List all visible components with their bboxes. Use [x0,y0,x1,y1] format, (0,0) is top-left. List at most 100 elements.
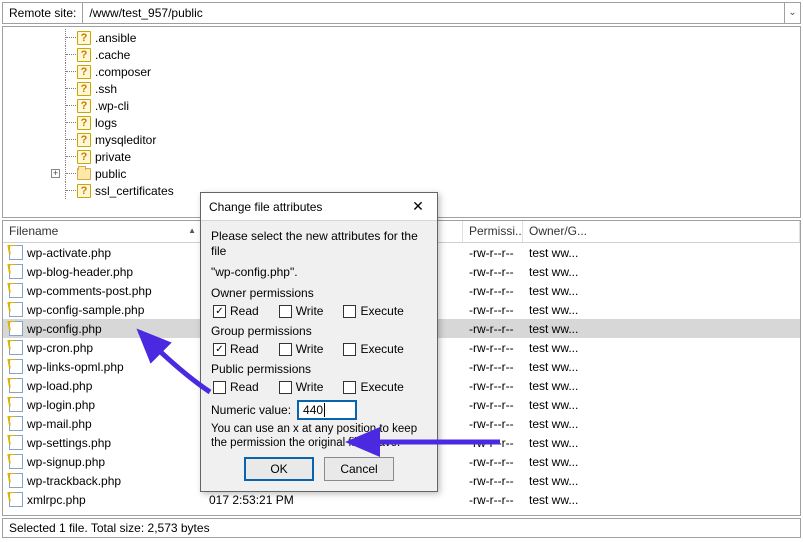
cancel-button[interactable]: Cancel [324,457,394,481]
cell-owner: test ww... [523,322,800,336]
cell-permissions: -rw-r--r-- [463,493,523,507]
cell-permissions: -rw-r--r-- [463,303,523,317]
cell-owner: test ww... [523,474,800,488]
filename: wp-config-sample.php [27,303,144,317]
cell-permissions: -rw-r--r-- [463,436,523,450]
unknown-folder-icon: ? [77,116,91,130]
php-file-icon [9,264,23,279]
numeric-value-label: Numeric value: [211,403,291,417]
dialog-title: Change file attributes [209,200,322,214]
owner-execute-checkbox[interactable]: Execute [343,304,403,318]
group-read-checkbox[interactable]: ✓Read [213,342,259,356]
tree-item[interactable]: ?.ansible [7,29,800,46]
cell-modified: 017 2:53:21 PM [203,493,463,507]
unknown-folder-icon: ? [77,82,91,96]
php-file-icon [9,378,23,393]
filename: wp-trackback.php [27,474,121,488]
unknown-folder-icon: ? [77,184,91,198]
table-row[interactable]: xmlrpc.php 017 2:53:21 PM-rw-r--r--test w… [3,490,800,509]
unknown-folder-icon: ? [77,150,91,164]
col-permissions[interactable]: Permissi... [463,221,523,242]
tree-item-label: .composer [95,65,151,79]
group-execute-checkbox[interactable]: Execute [343,342,403,356]
tree-item[interactable]: ? logs [7,114,800,131]
folder-icon [77,168,91,180]
cell-permissions: -rw-r--r-- [463,360,523,374]
cell-owner: test ww... [523,398,800,412]
col-owner[interactable]: Owner/G... [523,221,800,242]
tree-item[interactable]: ? .composer [7,63,800,80]
cell-owner: test ww... [523,417,800,431]
php-file-icon [9,340,23,355]
group-write-checkbox[interactable]: Write [279,342,324,356]
php-file-icon [9,492,23,507]
group-group-title: Group permissions [211,324,427,338]
remote-path-dropdown[interactable]: ⌄ [784,3,800,23]
php-file-icon [9,321,23,336]
tree-item-label: .cache [95,48,130,62]
tree-item-label: logs [95,116,117,130]
unknown-folder-icon: ? [77,133,91,147]
remote-tree[interactable]: ?.ansible?.cache?.composer?.ssh?.wp-cli?… [2,26,801,218]
cell-permissions: -rw-r--r-- [463,246,523,260]
cell-permissions: -rw-r--r-- [463,455,523,469]
filename: wp-mail.php [27,417,92,431]
tree-item[interactable]: ?.cache [7,46,800,63]
cell-owner: test ww... [523,493,800,507]
cell-owner: test ww... [523,265,800,279]
cell-owner: test ww... [523,246,800,260]
file-attributes-dialog: Change file attributes ✕ Please select t… [200,192,438,492]
group-permissions-group: Group permissions ✓Read Write Execute [211,324,427,356]
cell-permissions: -rw-r--r-- [463,474,523,488]
numeric-value-field[interactable]: 440 [297,400,357,420]
unknown-folder-icon: ? [77,99,91,113]
filename: wp-comments-post.php [27,284,152,298]
php-file-icon [9,302,23,317]
tree-item[interactable]: +public [7,165,800,182]
filename: wp-config.php [27,322,102,336]
dialog-intro-2: "wp-config.php". [211,265,427,280]
owner-permissions-group: Owner permissions ✓Read Write Execute [211,286,427,318]
status-bar: Selected 1 file. Total size: 2,573 bytes [2,518,801,538]
filename: xmlrpc.php [27,493,86,507]
cell-permissions: -rw-r--r-- [463,265,523,279]
php-file-icon [9,397,23,412]
owner-write-checkbox[interactable]: Write [279,304,324,318]
owner-read-checkbox[interactable]: ✓Read [213,304,259,318]
php-file-icon [9,416,23,431]
php-file-icon [9,283,23,298]
filename: wp-load.php [27,379,92,393]
tree-item-label: ssl_certificates [95,184,174,198]
tree-item[interactable]: ? private [7,148,800,165]
public-write-checkbox[interactable]: Write [279,380,324,394]
tree-item-label: private [95,150,131,164]
php-file-icon [9,454,23,469]
php-file-icon [9,435,23,450]
cell-owner: test ww... [523,284,800,298]
expand-icon[interactable]: + [51,169,60,178]
dialog-intro-1: Please select the new attributes for the… [211,229,427,259]
public-execute-checkbox[interactable]: Execute [343,380,403,394]
cell-owner: test ww... [523,341,800,355]
ok-button[interactable]: OK [244,457,314,481]
filename: wp-links-opml.php [27,360,124,374]
php-file-icon [9,245,23,260]
cell-permissions: -rw-r--r-- [463,322,523,336]
cell-permissions: -rw-r--r-- [463,284,523,298]
col-filename[interactable]: Filename ▲ [3,221,203,242]
public-read-checkbox[interactable]: Read [213,380,259,394]
filename: wp-login.php [27,398,95,412]
filename: wp-settings.php [27,436,111,450]
tree-item[interactable]: ?mysqleditor [7,131,800,148]
cell-permissions: -rw-r--r-- [463,379,523,393]
tree-item[interactable]: ?.wp-cli [7,97,800,114]
dialog-titlebar[interactable]: Change file attributes ✕ [201,193,437,221]
tree-item[interactable]: ?.ssh [7,80,800,97]
php-file-icon [9,473,23,488]
remote-site-label: Remote site: [3,6,82,20]
remote-path-field[interactable]: /www/test_957/public [82,3,784,23]
unknown-folder-icon: ? [77,65,91,79]
close-icon[interactable]: ✕ [405,197,431,217]
sort-asc-icon: ▲ [188,226,196,235]
filename: wp-activate.php [27,246,111,260]
